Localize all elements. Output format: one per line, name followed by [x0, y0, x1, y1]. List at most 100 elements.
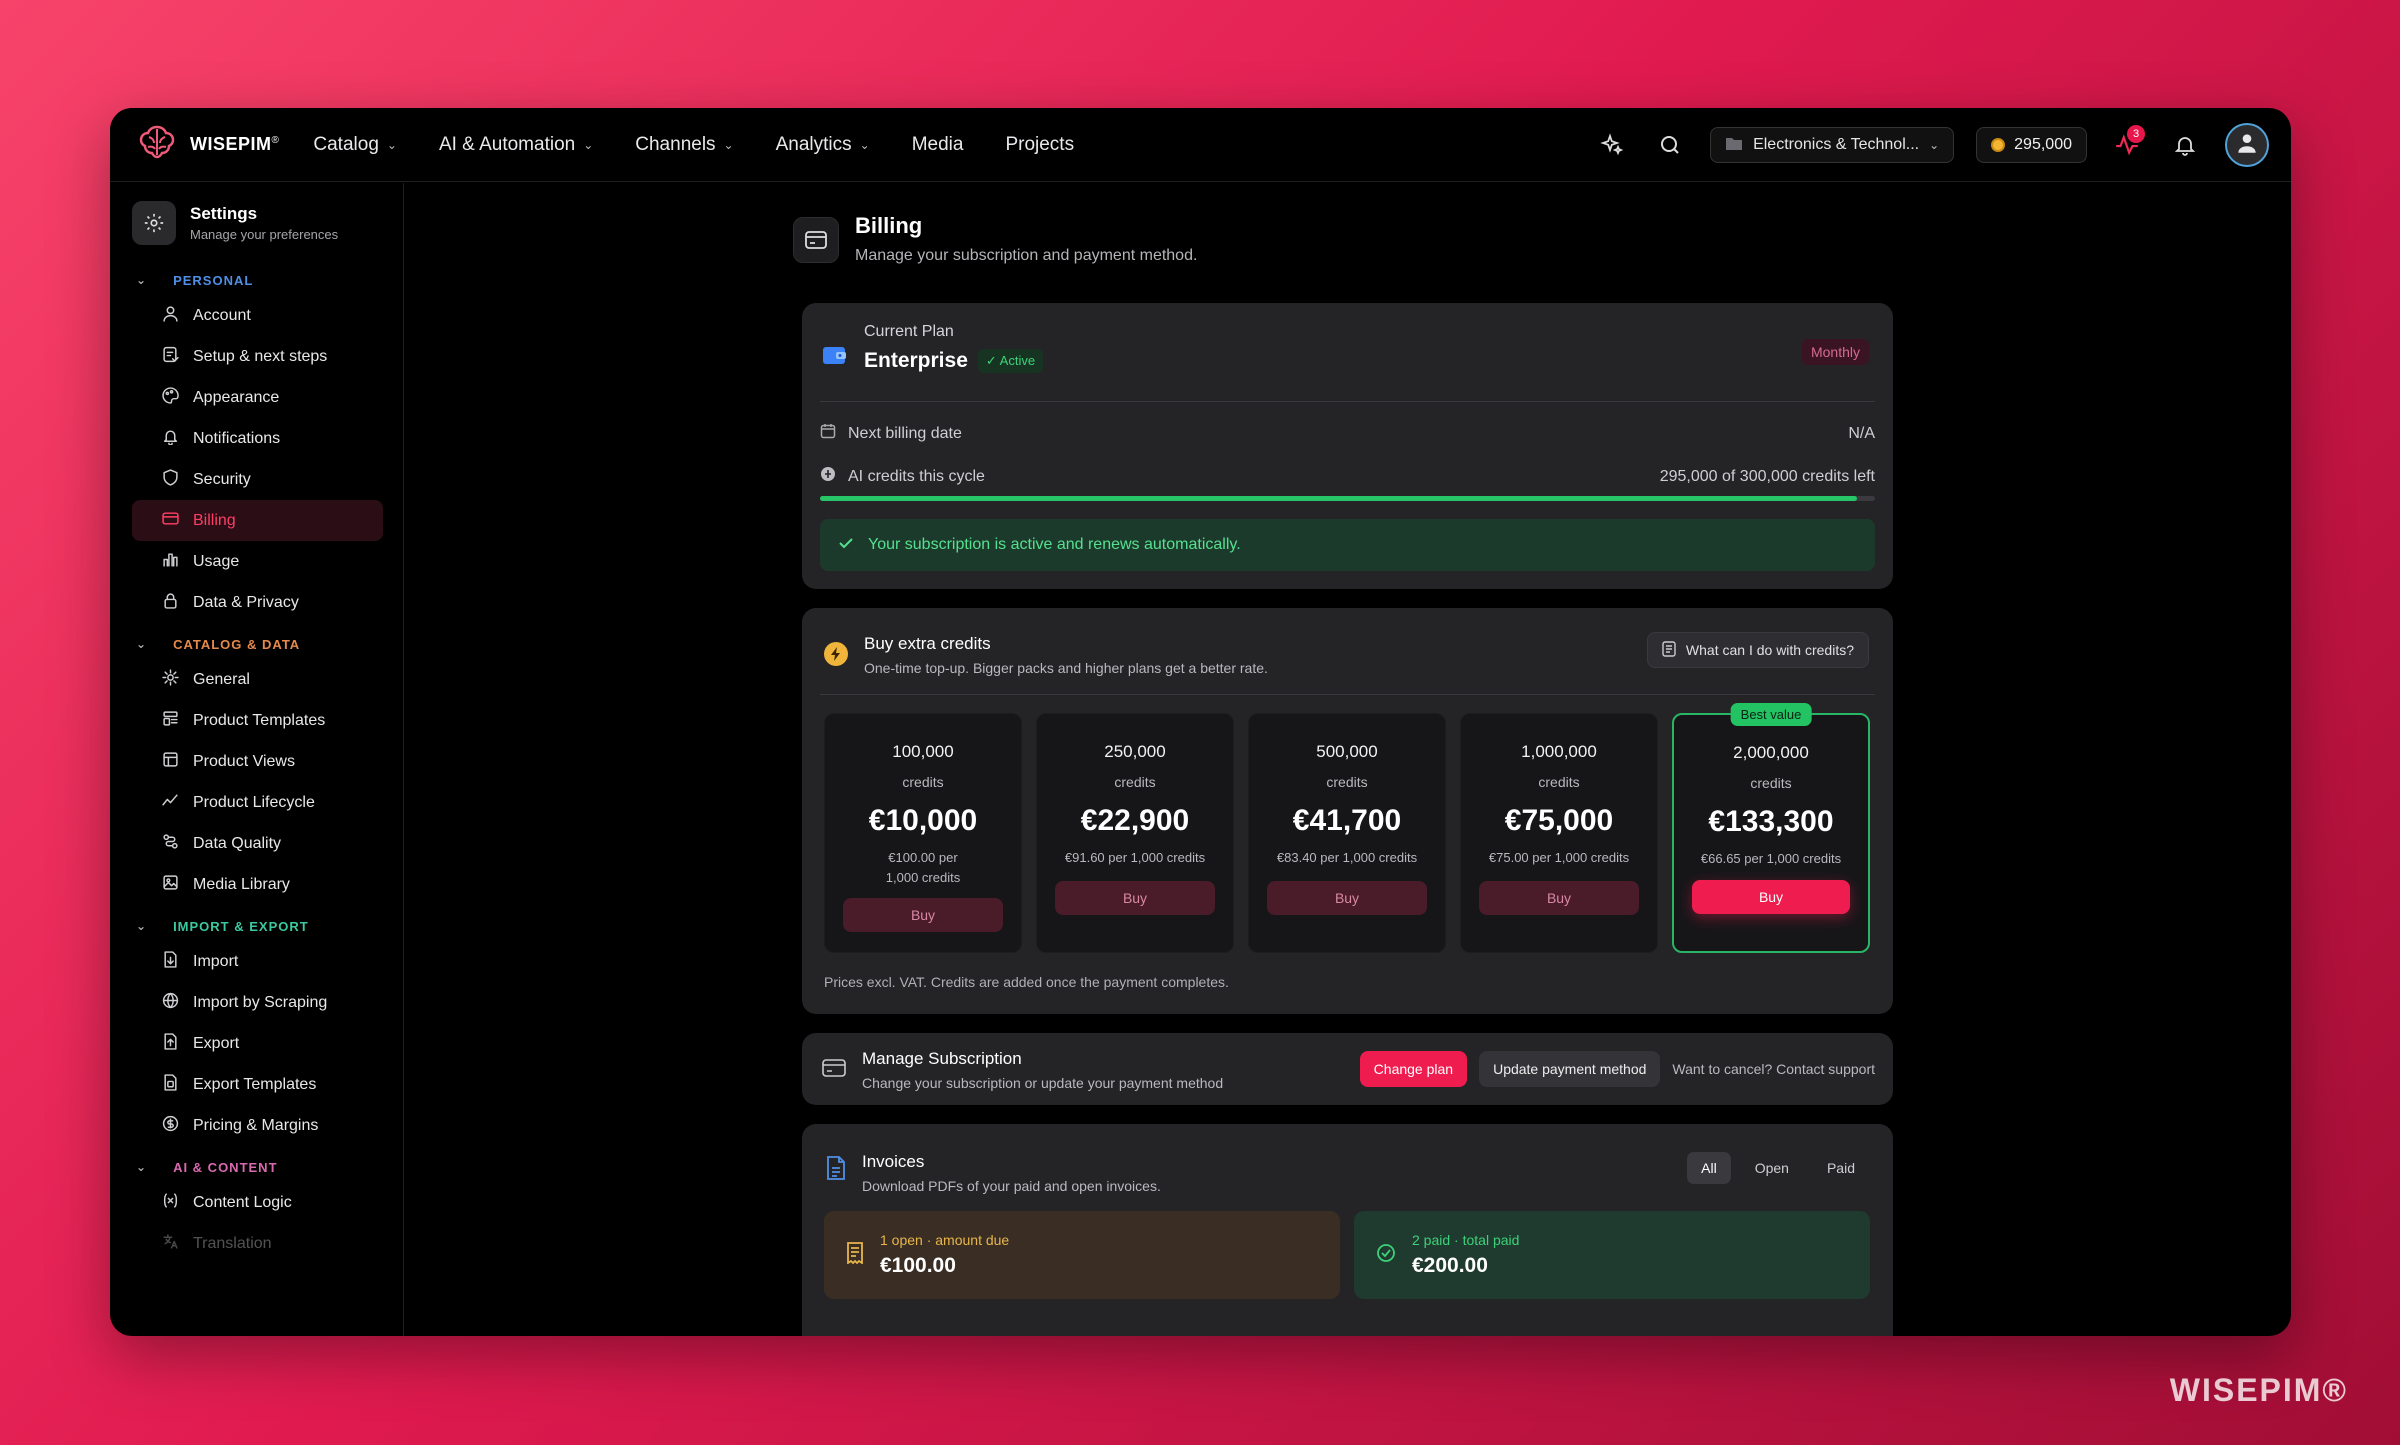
top-actions: Electronics & Technol... ⌄ 295,000 3: [1594, 108, 2269, 182]
open-invoices-summary[interactable]: 1 open · amount due €100.00: [824, 1211, 1340, 1299]
sidebar-item-translation[interactable]: Translation: [132, 1223, 383, 1264]
buy-button[interactable]: Buy: [1055, 881, 1215, 915]
logo-text: WISEPIM®: [190, 134, 280, 154]
next-billing-row: Next billing date N/A: [820, 423, 1875, 444]
plan-header: Current Plan Enterprise ✓ Active: [822, 323, 1044, 373]
sparkle-icon[interactable]: [1594, 127, 1630, 163]
sidebar-item-import-by-scraping[interactable]: Import by Scraping: [132, 982, 383, 1023]
chevron-down-icon: ⌄: [723, 137, 734, 152]
tab-all[interactable]: All: [1687, 1152, 1731, 1184]
open-value: €100.00: [880, 1254, 956, 1277]
sidebar-item-label: Import: [193, 952, 239, 970]
sidebar-item-export[interactable]: Export: [132, 1023, 383, 1064]
sidebar-item-account[interactable]: Account: [132, 295, 383, 336]
invoices-card: Invoices Download PDFs of your paid and …: [802, 1124, 1893, 1336]
workspace-select[interactable]: Electronics & Technol... ⌄: [1710, 127, 1955, 163]
sidebar-section-personal[interactable]: ⌄ PERSONAL: [132, 265, 383, 295]
sidebar-item-security[interactable]: Security: [132, 459, 383, 500]
search-icon[interactable]: [1652, 127, 1688, 163]
sidebar-section-ai-content[interactable]: ⌄ AI & CONTENT: [132, 1152, 383, 1182]
sidebar-list: Content Logic Translation: [132, 1182, 383, 1264]
contact-support-link[interactable]: Want to cancel? Contact support: [1672, 1061, 1875, 1077]
activity-icon[interactable]: 3: [2109, 125, 2145, 163]
sidebar-item-billing[interactable]: Billing: [132, 500, 383, 541]
sidebar-item-data-privacy[interactable]: Data & Privacy: [132, 582, 383, 623]
credits-value: 295,000: [2014, 136, 2072, 153]
buy-button[interactable]: Buy: [1479, 881, 1639, 915]
sidebar-item-setup-next-steps[interactable]: Setup & next steps: [132, 336, 383, 377]
plan-label: Current Plan: [864, 323, 954, 340]
file-import-icon: [162, 950, 179, 973]
nav-item-label: AI & Automation: [438, 133, 576, 155]
sidebar-item-appearance[interactable]: Appearance: [132, 377, 383, 418]
tab-paid[interactable]: Paid: [1813, 1152, 1869, 1184]
logo[interactable]: WISEPIM®: [136, 123, 279, 166]
buy-header: Buy extra credits One-time top-up. Bigge…: [824, 634, 1268, 676]
nav-item-analytics[interactable]: Analytics ⌄: [776, 134, 870, 156]
nav-item-ai-automation[interactable]: AI & Automation ⌄: [439, 134, 593, 156]
sidebar-section-catalog-data[interactable]: ⌄ CATALOG & DATA: [132, 629, 383, 659]
sidebar-item-import[interactable]: Import: [132, 941, 383, 982]
pack-unit: credits: [1750, 775, 1792, 791]
chevron-down-icon: ⌄: [136, 273, 148, 287]
sidebar-item-notifications[interactable]: Notifications: [132, 418, 383, 459]
sidebar-item-usage[interactable]: Usage: [132, 541, 383, 582]
sidebar-item-label: Data Quality: [193, 834, 282, 852]
sidebar-item-product-lifecycle[interactable]: Product Lifecycle: [132, 782, 383, 823]
credits-balance[interactable]: 295,000: [1976, 127, 2087, 163]
pack-credit-count: 250,000: [1104, 742, 1166, 761]
credits-help-label: What can I do with credits?: [1685, 642, 1854, 658]
manage-subtitle: Change your subscription or update your …: [862, 1075, 1224, 1091]
gear-icon: [162, 668, 179, 691]
credit-pack-5: Best value 2,000,000 credits €133,300 €66.65…: [1672, 703, 1870, 953]
invoice-filter-tabs: All Open Paid: [1687, 1152, 1869, 1184]
sidebar-item-export-templates[interactable]: Export Templates: [132, 1064, 383, 1105]
buy-button[interactable]: Buy: [843, 898, 1003, 932]
sidebar-item-label: Import by Scraping: [193, 993, 328, 1011]
sidebar-item-label: Product Templates: [193, 711, 326, 729]
sidebar-item-media-library[interactable]: Media Library: [132, 864, 383, 905]
buy-subtitle: One-time top-up. Bigger packs and higher…: [864, 660, 1268, 676]
pack-unit: credits: [902, 774, 944, 790]
pack-credit-count: 2,000,000: [1733, 743, 1809, 762]
sidebar-item-pricing-margins[interactable]: Pricing & Margins: [132, 1105, 383, 1146]
nav-item-channels[interactable]: Channels ⌄: [635, 134, 733, 156]
nav-item-projects[interactable]: Projects: [1005, 134, 1074, 156]
invoices-header: Invoices Download PDFs of your paid and …: [826, 1152, 1161, 1194]
bell-icon[interactable]: [2167, 127, 2203, 163]
sidebar-item-data-quality[interactable]: Data Quality: [132, 823, 383, 864]
check-icon: [838, 535, 854, 556]
nav-item-catalog[interactable]: Catalog ⌄: [313, 134, 397, 156]
sidebar-sections: ⌄ PERSONAL Account Setup & next steps Appear…: [132, 265, 383, 1264]
sidebar-section-import-export[interactable]: ⌄ IMPORT & EXPORT: [132, 911, 383, 941]
pack-credit-count: 1,000,000: [1521, 742, 1597, 761]
chevron-down-icon: ⌄: [1929, 138, 1940, 152]
nav-item-media[interactable]: Media: [912, 134, 964, 156]
pack-rate: €100.00 per 1,000 credits: [885, 850, 961, 885]
buy-button[interactable]: Buy: [1692, 880, 1850, 914]
credit-card-icon: [793, 217, 839, 263]
sidebar-item-label: General: [193, 670, 250, 688]
next-billing-value: N/A: [1848, 424, 1875, 442]
sidebar-item-product-templates[interactable]: Product Templates: [132, 700, 383, 741]
sidebar-list: Import Import by Scraping Export Export Tem…: [132, 941, 383, 1146]
invoice-summary: 1 open · amount due €100.00 2 paid · tot…: [824, 1211, 1870, 1299]
bolt-icon: [824, 642, 848, 666]
tab-open[interactable]: Open: [1741, 1152, 1803, 1184]
change-plan-button[interactable]: Change plan: [1359, 1051, 1468, 1087]
credits-progress-fill: [820, 496, 1858, 501]
sidebar-item-general[interactable]: General: [132, 659, 383, 700]
buy-button[interactable]: Buy: [1267, 881, 1427, 915]
avatar[interactable]: [2225, 123, 2269, 167]
activity-badge: 3: [2127, 125, 2145, 143]
sidebar-item-product-views[interactable]: Product Views: [132, 741, 383, 782]
sidebar-item-content-logic[interactable]: Content Logic: [132, 1182, 383, 1223]
update-payment-button[interactable]: Update payment method: [1479, 1051, 1661, 1087]
cycle-badge: Monthly: [1801, 339, 1869, 365]
trend-line-icon: [162, 792, 179, 814]
credits-progress-bar: [820, 496, 1875, 501]
paid-invoices-summary[interactable]: 2 paid · total paid €200.00: [1354, 1211, 1870, 1299]
pack-price: €41,700: [1292, 804, 1402, 837]
credits-help-button[interactable]: What can I do with credits?: [1646, 632, 1869, 668]
chevron-down-icon: ⌄: [136, 1160, 148, 1174]
